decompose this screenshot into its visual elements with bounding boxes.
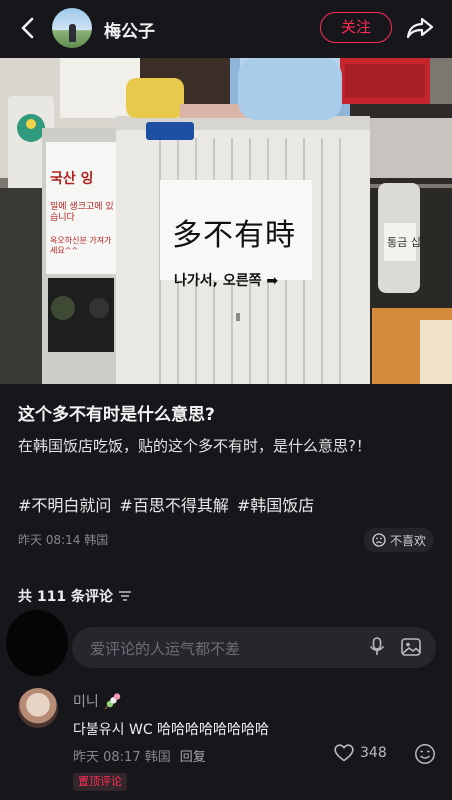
- tag-link[interactable]: #百思不得其解: [119, 492, 228, 516]
- share-arrow-icon[interactable]: [404, 12, 436, 44]
- sign-main-text: 多不有時: [172, 218, 296, 253]
- sad-face-icon: [372, 533, 386, 547]
- dislike-label: 不喜欢: [390, 533, 427, 548]
- pinned-comment-badge: 置顶评论: [73, 773, 127, 791]
- comment-count-label: 共 111 条评论: [18, 589, 113, 605]
- candy-skewer-icon: [104, 693, 120, 710]
- post-meta: 昨天 08:14 韩国: [18, 533, 109, 547]
- reply-button[interactable]: 回复: [180, 746, 206, 765]
- bottle-label: 통금 십: [387, 236, 421, 249]
- image-icon[interactable]: [400, 636, 422, 658]
- sign-sub-text: 나가서, 오른쪽 ➡: [174, 273, 279, 289]
- comment-input[interactable]: 爱评论的人运气都不差: [72, 627, 436, 668]
- heart-icon: [334, 744, 354, 762]
- sort-icon: [118, 591, 131, 601]
- follow-button[interactable]: 关注: [320, 12, 392, 43]
- comment-time: 昨天 08:17 韩国: [73, 750, 171, 765]
- post-body: 在韩国饭店吃饭，贴的这个多不有时，是什么意思?！: [18, 437, 371, 455]
- post-title: 这个多不有时是什么意思?: [18, 405, 215, 425]
- tag-link[interactable]: #不明白就问: [18, 492, 111, 516]
- comment-meta: 昨天 08:17 韩国 回复: [73, 746, 206, 765]
- left-sign-line-1: 국산 잉: [50, 171, 94, 187]
- comment-input-placeholder: 爱评论的人运气都不差: [90, 640, 241, 658]
- microphone-icon[interactable]: [366, 636, 388, 658]
- chevron-left-icon[interactable]: [14, 14, 42, 42]
- commenter-name-text: 미니: [73, 694, 99, 710]
- left-sign-line-3: 옥오하신분 가져가세요^^: [50, 236, 112, 255]
- comment-text: 다불유시 WC 哈哈哈哈哈哈哈哈: [73, 722, 270, 738]
- tag-link[interactable]: #韩国饭店: [237, 492, 314, 516]
- post-photo[interactable]: 多不有時 나가서, 오른쪽 ➡ 국산 잉 밀에 생크고에 있습니다 옥오하신분 …: [0, 58, 452, 384]
- post-tags: #不明白就问 #百思不得其解 #韩国饭店: [18, 492, 314, 516]
- emoji-reaction-icon[interactable]: [414, 743, 436, 765]
- dislike-button[interactable]: 不喜欢: [364, 528, 435, 552]
- left-sign-line-2: 밀에 생크고에 있습니다: [50, 202, 114, 223]
- commenter-name[interactable]: 미니: [73, 691, 124, 711]
- author-avatar[interactable]: [52, 8, 92, 48]
- my-avatar: [6, 610, 68, 676]
- comment-count[interactable]: 共 111 条评论: [18, 586, 132, 606]
- like-count: 348: [360, 745, 387, 761]
- author-name[interactable]: 梅公子: [104, 17, 155, 42]
- comment-like-button[interactable]: 348: [334, 744, 387, 762]
- commenter-avatar[interactable]: [18, 688, 58, 728]
- top-bar: 梅公子 关注: [0, 0, 452, 58]
